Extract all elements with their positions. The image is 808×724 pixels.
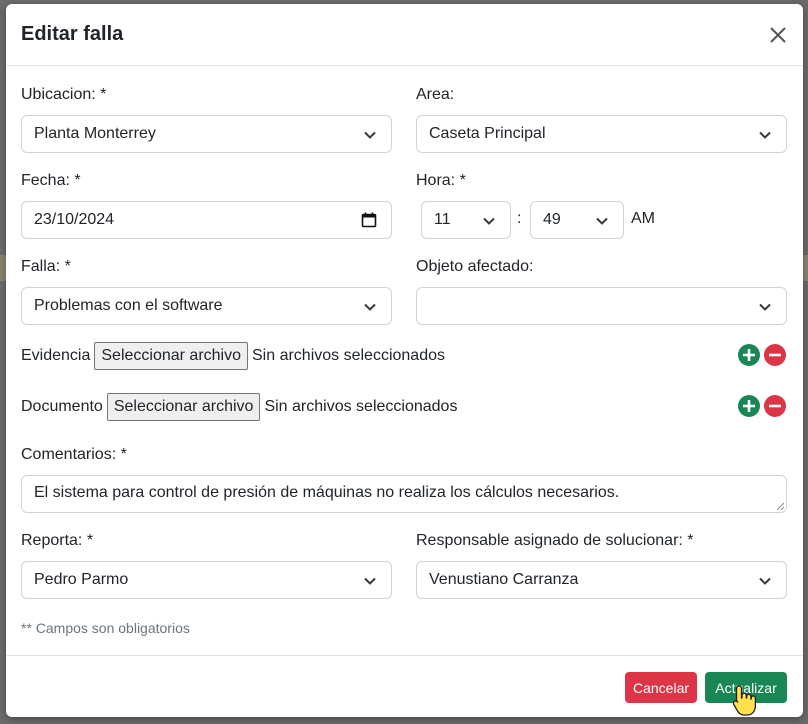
- resize-grip-icon[interactable]: [776, 502, 784, 510]
- evidencia-label: Evidencia: [21, 347, 91, 364]
- documento-row: Documento Seleccionar archivo Sin archiv…: [21, 393, 457, 421]
- reporta-label: Reporta: *: [21, 532, 94, 549]
- responsable-select[interactable]: Venustiano Carranza: [416, 561, 787, 599]
- ubicacion-label: Ubicacion: *: [21, 86, 107, 103]
- cancel-button[interactable]: Cancelar: [625, 672, 697, 703]
- area-select[interactable]: Caseta Principal: [416, 115, 787, 153]
- area-value: Caseta Principal: [429, 125, 546, 142]
- reporta-select[interactable]: Pedro Parmo: [21, 561, 392, 599]
- reporta-value: Pedro Parmo: [34, 571, 129, 588]
- chevron-down-icon: [759, 303, 771, 311]
- objeto-label: Objeto afectado:: [416, 258, 534, 275]
- chevron-down-icon: [596, 217, 608, 225]
- chevron-down-icon: [483, 217, 495, 225]
- comentarios-label: Comentarios: *: [21, 446, 127, 463]
- hora-ampm: AM: [631, 210, 655, 227]
- area-label: Area:: [416, 86, 455, 103]
- fecha-label: Fecha: *: [21, 172, 81, 189]
- documento-remove-icon[interactable]: [764, 395, 786, 417]
- hora-separator: :: [517, 210, 522, 227]
- fecha-date-input[interactable]: 23/10/2024: [21, 201, 392, 239]
- hora-hour-value: 11: [434, 211, 451, 228]
- evidencia-row: Evidencia Seleccionar archivo Sin archiv…: [21, 342, 445, 370]
- ubicacion-select[interactable]: Planta Monterrey: [21, 115, 392, 153]
- modal-title: Editar falla: [21, 23, 124, 45]
- evidencia-add-icon[interactable]: [738, 344, 760, 366]
- documento-label: Documento: [21, 398, 103, 415]
- calendar-icon[interactable]: [361, 212, 377, 228]
- falla-select[interactable]: Problemas con el software: [21, 287, 392, 325]
- evidencia-status: Sin archivos seleccionados: [252, 347, 445, 364]
- background-page-right: [803, 255, 808, 281]
- comentarios-value: El sistema para control de presión de má…: [34, 484, 620, 501]
- comentarios-textarea[interactable]: El sistema para control de presión de má…: [21, 475, 787, 513]
- chevron-down-icon: [364, 577, 376, 585]
- chevron-down-icon: [364, 131, 376, 139]
- chevron-down-icon: [364, 303, 376, 311]
- hora-minute-value: 49: [543, 211, 561, 228]
- chevron-down-icon: [759, 577, 771, 585]
- falla-value: Problemas con el software: [34, 297, 223, 314]
- responsable-label: Responsable asignado de solucionar: *: [416, 532, 694, 549]
- chevron-down-icon: [759, 131, 771, 139]
- modal-footer: Cancelar Actualizar: [6, 655, 803, 718]
- evidencia-remove-icon[interactable]: [764, 344, 786, 366]
- evidencia-file-button[interactable]: Seleccionar archivo: [94, 342, 248, 370]
- ubicacion-value: Planta Monterrey: [34, 125, 156, 142]
- modal-header: Editar falla: [6, 4, 803, 66]
- required-fields-note: ** Campos son obligatorios: [21, 620, 190, 636]
- hand-cursor-icon: [732, 685, 757, 716]
- hora-hour-select[interactable]: 11: [421, 201, 511, 239]
- falla-label: Falla: *: [21, 258, 71, 275]
- documento-file-button[interactable]: Seleccionar archivo: [106, 393, 261, 421]
- responsable-value: Venustiano Carranza: [429, 571, 579, 588]
- edit-fault-modal: Editar falla Ubicacion: * Planta Monterr…: [6, 4, 803, 717]
- documento-add-icon[interactable]: [738, 395, 760, 417]
- close-icon[interactable]: [767, 24, 789, 46]
- documento-status: Sin archivos seleccionados: [264, 398, 458, 415]
- fecha-value: 23/10/2024: [34, 211, 115, 228]
- objeto-select[interactable]: [416, 287, 787, 325]
- hora-label: Hora: *: [416, 172, 466, 189]
- hora-minute-select[interactable]: 49: [530, 201, 624, 239]
